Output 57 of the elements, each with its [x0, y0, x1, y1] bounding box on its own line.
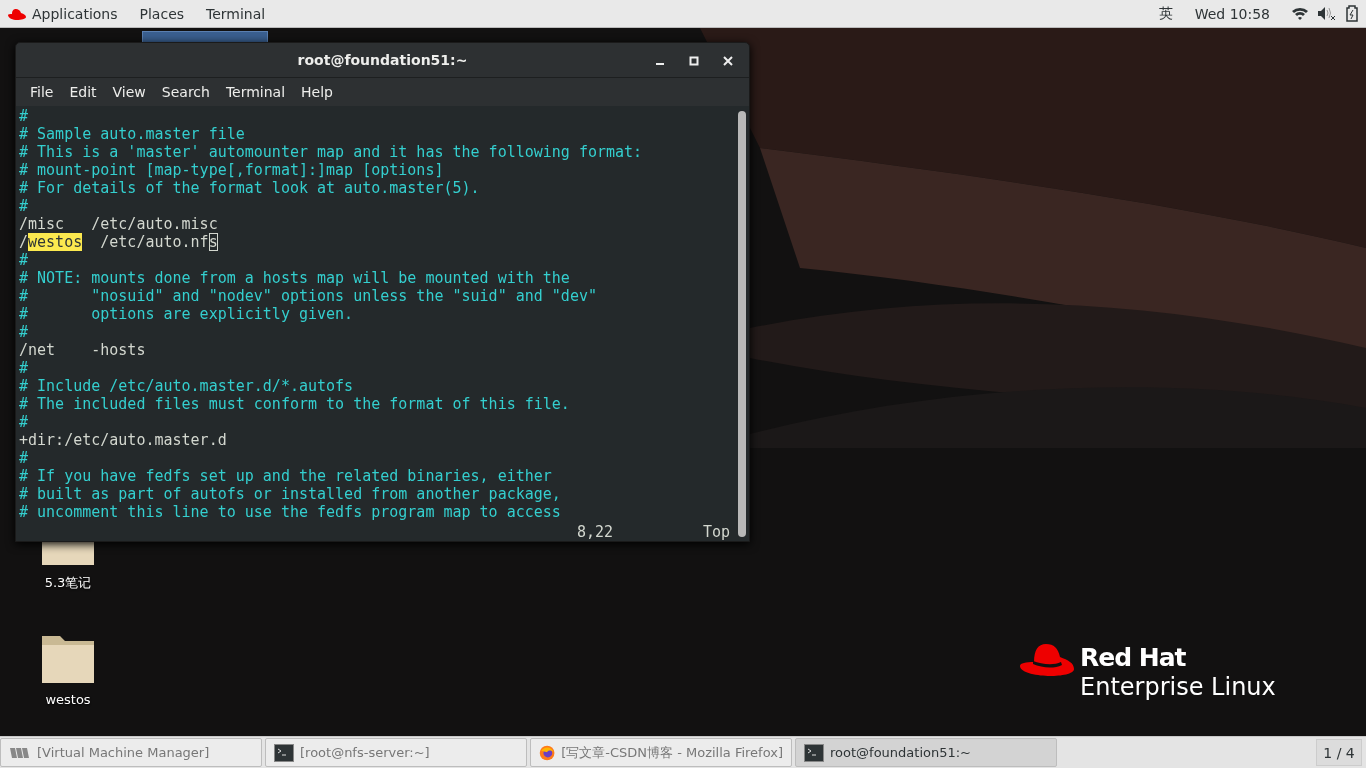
- taskbar-button[interactable]: [root@nfs-server:~]: [265, 738, 527, 767]
- code-line: # built as part of autofs or installed from another package,: [19, 485, 562, 503]
- logo-title: Red Hat: [1080, 644, 1187, 672]
- taskbar-button[interactable]: [写文章-CSDN博客 - Mozilla Firefox]: [530, 738, 792, 767]
- code-line: # options are explicitly given.: [19, 305, 355, 323]
- background-window[interactable]: [142, 31, 268, 42]
- code-line: #: [19, 251, 30, 269]
- top-bar-menu[interactable]: Terminal: [206, 5, 266, 22]
- code-line: #: [19, 359, 30, 377]
- code-line: # uncomment this line to use the fedfs program map to access: [19, 503, 562, 521]
- hat-icon: [8, 7, 26, 20]
- muted-speaker-icon[interactable]: [1318, 6, 1336, 21]
- code-line: # This is a 'master' automounter map and it has the following format:: [19, 143, 644, 161]
- top-bar-menu[interactable]: Applications: [32, 5, 118, 22]
- window-title: root@foundation51:~: [297, 51, 468, 68]
- code-line: +dir:/etc/auto.master.d: [19, 431, 228, 449]
- code-line: # The included files must conform to the format of this file.: [19, 395, 571, 413]
- close-icon: [723, 55, 733, 66]
- code-line: # "nosuid" and "nodev" options unless the "suid" and "dev": [19, 287, 598, 305]
- scroll-position: Top: [703, 523, 731, 541]
- code-line: # NOTE: mounts done from a hosts map will be mounted with the: [19, 269, 571, 287]
- icon-label: 5.3笔记: [44, 574, 92, 592]
- scrollbar[interactable]: [738, 111, 746, 537]
- menu-item[interactable]: Edit: [63, 79, 103, 104]
- logo-subtitle: Enterprise Linux: [1080, 672, 1276, 702]
- maximize-icon: [689, 55, 699, 66]
- code-line: /misc /etc/auto.misc: [19, 215, 219, 233]
- code-line: # mount-point [map-type[,format]:]map [options]: [19, 161, 445, 179]
- code-line: #: [19, 197, 30, 215]
- monitors-icon: [9, 745, 31, 760]
- code-line: # For details of the format look at auto.master(5).: [19, 179, 481, 197]
- menu-item[interactable]: File: [24, 79, 60, 104]
- code-line: # Include /etc/auto.master.d/*.autofs: [19, 377, 355, 395]
- menu-item[interactable]: Search: [155, 79, 216, 104]
- code-line: #: [19, 449, 30, 467]
- minimize-icon: [656, 63, 664, 65]
- clock[interactable]: Wed 10:58: [1194, 5, 1270, 22]
- code-line: # Sample auto.master file: [19, 125, 246, 143]
- code-line: /net -hosts: [19, 341, 147, 359]
- terminal-icon: [274, 743, 294, 762]
- menu-item[interactable]: Help: [295, 79, 339, 104]
- wifi-icon[interactable]: [1292, 7, 1308, 20]
- menu-item[interactable]: Terminal: [219, 79, 292, 104]
- code-line: #: [19, 323, 30, 341]
- menu-item[interactable]: View: [106, 79, 152, 104]
- icon-label: westos: [45, 692, 91, 707]
- code-line: # If you have fedfs set up and the related binaries, either: [19, 467, 553, 485]
- top-bar-menu[interactable]: Places: [139, 5, 185, 22]
- workspace-pager[interactable]: 1 / 4: [1316, 739, 1362, 766]
- code-line: #: [19, 107, 30, 125]
- terminal-icon: [804, 743, 824, 762]
- battery-icon[interactable]: [1346, 5, 1358, 22]
- input-method-indicator[interactable]: 英: [1158, 4, 1173, 23]
- taskbar-button[interactable]: root@foundation51:~: [795, 738, 1057, 767]
- cursor-position: 8,22: [577, 523, 614, 541]
- taskbar-button[interactable]: [Virtual Machine Manager]: [0, 738, 262, 767]
- code-line: #: [19, 413, 30, 431]
